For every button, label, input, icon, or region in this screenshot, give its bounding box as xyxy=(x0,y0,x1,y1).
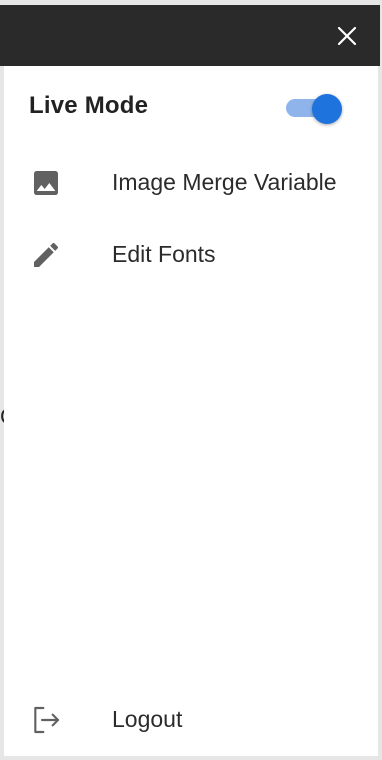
logout-icon xyxy=(30,704,62,736)
menu-item-logout[interactable]: Logout xyxy=(4,688,378,752)
logout-label: Logout xyxy=(112,706,183,732)
menu-item-label: Edit Fonts xyxy=(112,241,216,267)
live-mode-row: Live Mode xyxy=(4,66,378,146)
live-mode-label: Live Mode xyxy=(29,92,149,119)
menu-item-image-merge-variable[interactable]: Image Merge Variable xyxy=(4,151,378,215)
drawer-panel: Live Mode Image Merge Variable Edit Font… xyxy=(4,66,378,756)
close-button[interactable] xyxy=(334,23,360,49)
menu-item-edit-fonts[interactable]: Edit Fonts xyxy=(4,223,378,287)
app-frame: C Live Mode Image Merge Variable xyxy=(0,0,382,760)
live-mode-toggle[interactable] xyxy=(286,94,344,124)
pencil-icon xyxy=(30,239,62,271)
drawer-header xyxy=(0,5,380,66)
toggle-thumb xyxy=(312,94,342,124)
image-icon xyxy=(30,167,62,199)
close-icon xyxy=(337,26,357,46)
menu-item-label: Image Merge Variable xyxy=(112,169,337,195)
